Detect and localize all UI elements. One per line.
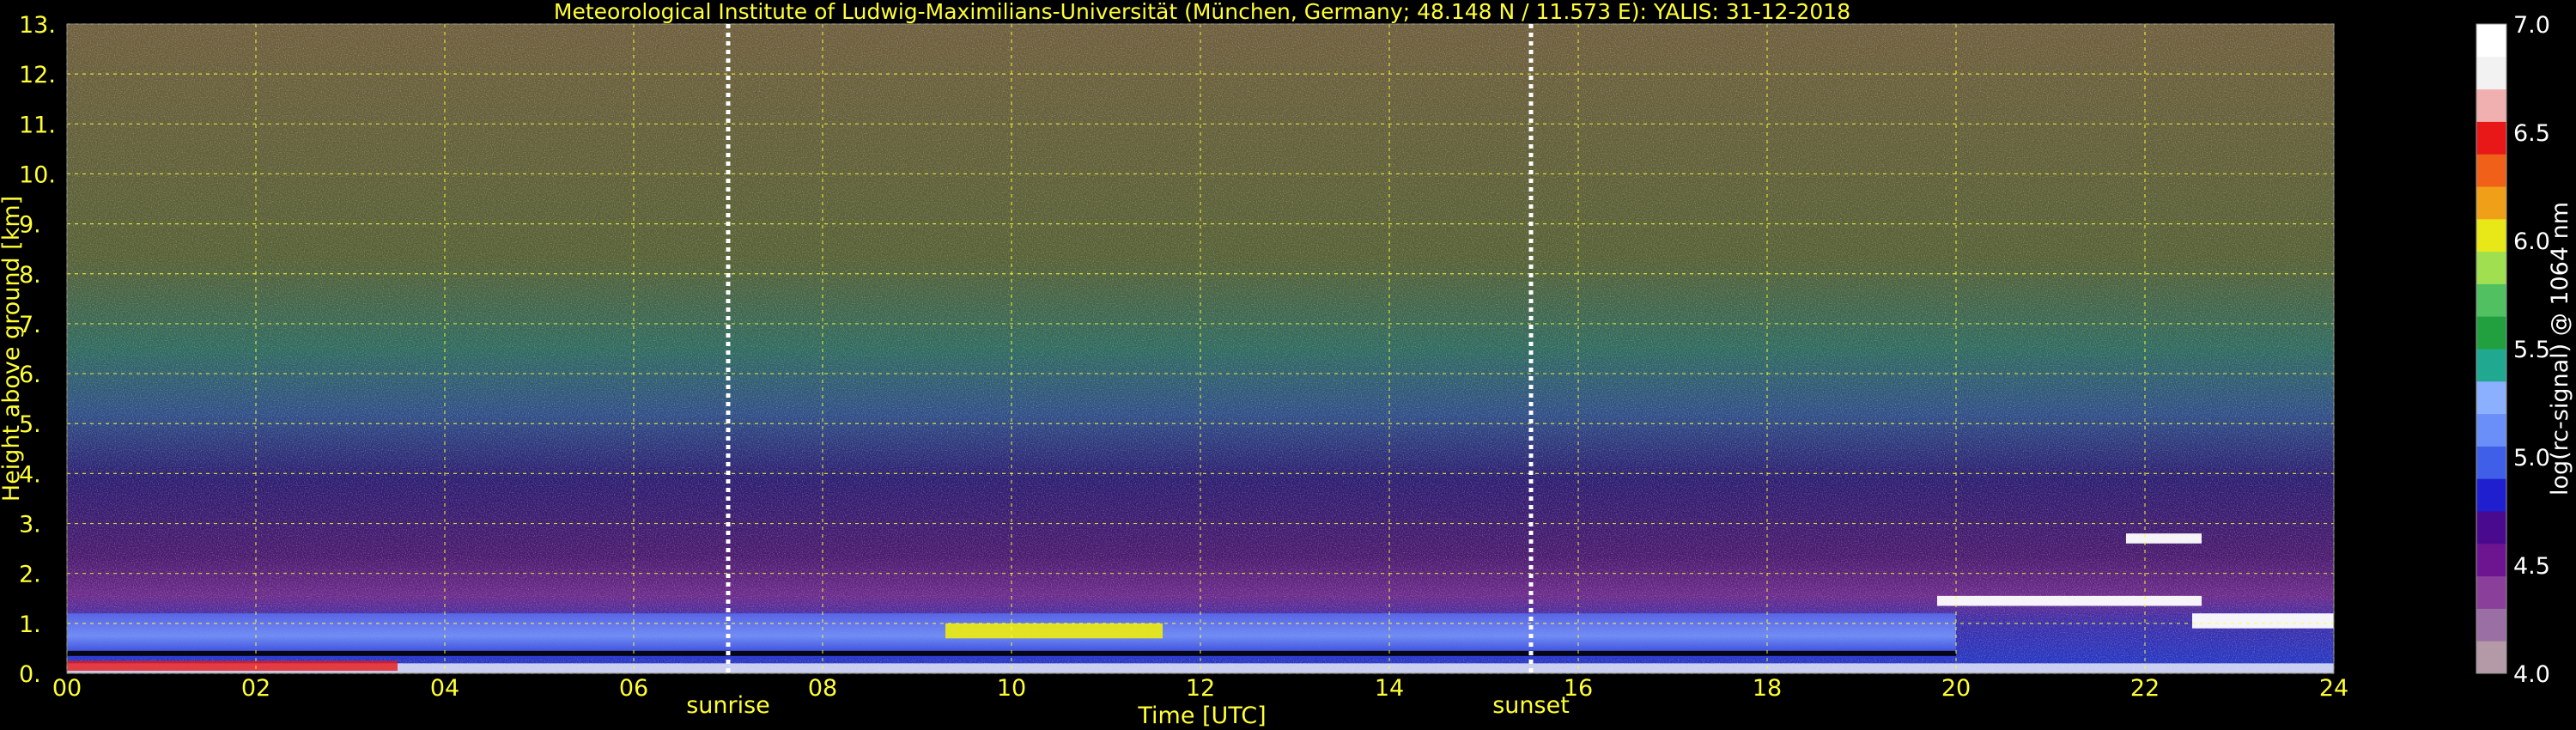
x-tick-label: 02 (241, 675, 270, 702)
colorbar-tick-label: 4.5 (2513, 553, 2550, 580)
x-tick-label: 06 (619, 675, 648, 702)
chart-title: Meteorological Institute of Ludwig-Maxim… (554, 0, 1850, 24)
sun-marker-label: sunrise (686, 692, 770, 719)
colorbar-swatch (2476, 316, 2506, 350)
colorbar-swatch (2476, 478, 2506, 512)
colorbar-swatch (2476, 154, 2506, 187)
colorbar-swatch (2476, 413, 2506, 447)
y-axis-label: Height above ground [km] (0, 196, 25, 502)
colorbar-tick-label: 6.5 (2513, 120, 2550, 147)
y-tick-label: 13. (19, 12, 56, 39)
colorbar-ticks: 4.0 4.5 5.0 5.5 6.0 6.5 7.0 (2513, 12, 2550, 688)
colorbar-swatch (2476, 121, 2506, 155)
colorbar (2476, 23, 2507, 674)
colorbar-label: log(rc-signal) @ 1064 nm (2547, 202, 2573, 496)
x-tick-label: 04 (430, 675, 459, 702)
sun-marker-label: sunset (1492, 692, 1570, 719)
colorbar-swatch (2476, 446, 2506, 479)
x-tick-label: 20 (1941, 675, 1971, 702)
signal-feature (2126, 533, 2202, 544)
y-tick-label: 11. (19, 112, 56, 138)
colorbar-swatch (2476, 283, 2506, 317)
colorbar-swatch (2476, 575, 2506, 609)
colorbar-tick-label: 7.0 (2513, 12, 2550, 39)
y-tick-label: 0. (19, 661, 41, 688)
colorbar-swatch (2476, 349, 2506, 382)
lidar-chart: Meteorological Institute of Ludwig-Maxim… (0, 0, 2573, 729)
x-axis-label: Time [UTC] (1137, 703, 1266, 729)
x-tick-label: 00 (52, 675, 82, 702)
colorbar-tick-label: 5.5 (2513, 337, 2550, 363)
colorbar-swatch (2476, 56, 2506, 90)
colorbar-swatch (2476, 380, 2506, 415)
y-tick-label: 12. (19, 62, 56, 88)
x-tick-label: 22 (2130, 675, 2160, 702)
x-tick-label: 08 (808, 675, 837, 702)
colorbar-swatch (2476, 511, 2506, 544)
colorbar-swatch (2476, 24, 2506, 58)
x-tick-label: 16 (1564, 675, 1593, 702)
x-tick-label: 18 (1753, 675, 1782, 702)
x-tick-label: 14 (1375, 675, 1404, 702)
y-tick-label: 1. (19, 611, 41, 638)
signal-feature (945, 623, 1163, 639)
signal-feature (2192, 613, 2334, 629)
colorbar-tick-label: 6.0 (2513, 228, 2550, 255)
signal-feature (1937, 595, 2202, 606)
colorbar-swatch (2476, 543, 2506, 577)
y-tick-label: 3. (19, 512, 41, 538)
colorbar-swatch (2476, 218, 2506, 252)
x-tick-label: 10 (997, 675, 1026, 702)
ground-signal-strong (67, 660, 398, 672)
y-tick-label: 10. (19, 161, 56, 188)
x-axis-ticks: 00 02 04 06 08 10 12 14 16 18 20 22 24 (52, 675, 2348, 702)
colorbar-tick-label: 5.0 (2513, 445, 2550, 471)
colorbar-swatch (2476, 608, 2506, 642)
colorbar-swatch (2476, 251, 2506, 284)
colorbar-swatch (2476, 641, 2506, 674)
colorbar-tick-label: 4.0 (2513, 661, 2550, 688)
x-tick-label: 24 (2319, 675, 2348, 702)
colorbar-swatch (2476, 88, 2506, 122)
colorbar-swatch (2476, 186, 2506, 220)
x-tick-label: 12 (1186, 675, 1215, 702)
y-tick-label: 2. (19, 562, 41, 588)
